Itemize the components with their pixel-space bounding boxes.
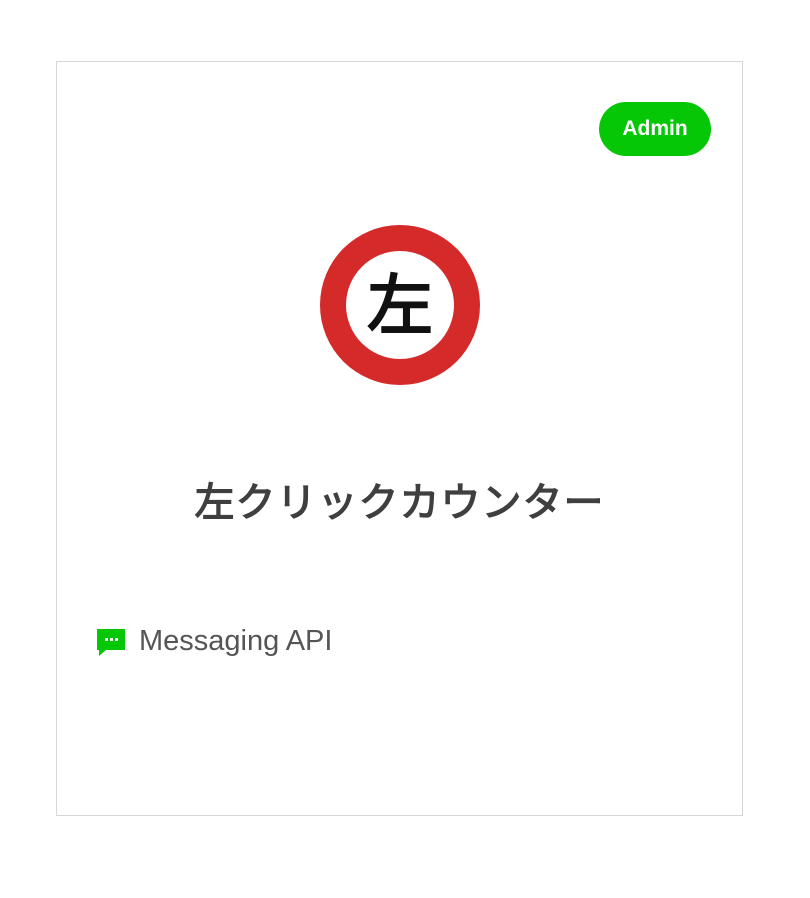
admin-badge: Admin — [599, 102, 711, 156]
channel-name: 左クリックカウンター — [194, 480, 605, 526]
avatar-glyph: 左 — [367, 268, 433, 345]
left-sign-icon: 左 — [320, 225, 480, 385]
channel-type: Messaging API — [95, 625, 332, 658]
channel-card[interactable]: Admin 左 左クリックカウンター Messaging API — [56, 61, 743, 816]
channel-avatar: 左 — [320, 225, 480, 385]
chat-bubble-icon — [97, 628, 125, 656]
channel-type-label: Messaging API — [139, 625, 333, 657]
